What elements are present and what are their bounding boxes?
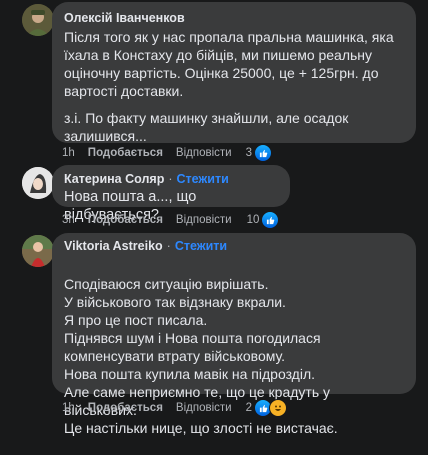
separator-dot: · [168, 172, 173, 186]
reaction-count: 2 [245, 402, 252, 414]
avatar[interactable] [22, 235, 54, 267]
comment-author[interactable]: Олексій Іванченков [64, 11, 185, 25]
reply-button[interactable]: Відповісти [176, 402, 232, 414]
avatar[interactable] [22, 4, 54, 36]
reaction-summary[interactable]: 3 [246, 144, 272, 162]
comment-bubble: Катерина Соляр · Стежити Нова пошта а..., … [52, 165, 290, 223]
comment-actions: 3h Подобається Відповісти 10 [62, 211, 280, 229]
like-icon [261, 211, 280, 229]
comment-author[interactable]: Катерина Соляр [64, 172, 164, 186]
like-button[interactable]: Подобається [88, 147, 163, 159]
follow-link[interactable]: Стежити [175, 239, 227, 253]
reply-button[interactable]: Відповісти [176, 214, 232, 226]
reaction-summary[interactable]: 2 [246, 399, 287, 417]
comment-text: Сподіваюся ситуацію вирішать. У військов… [64, 257, 404, 455]
reaction-summary[interactable]: 10 [247, 211, 280, 229]
comment-actions: 1h Подобається Відповісти 2 [62, 399, 287, 417]
comment-bubble: Олексій Іванченков Після того як у нас п… [52, 2, 416, 145]
haha-icon [269, 399, 287, 417]
comment-text: Після того як у нас пропала пральна маши… [64, 28, 404, 145]
reaction-count: 3 [245, 147, 252, 159]
follow-link[interactable]: Стежити [177, 172, 229, 186]
comment-time[interactable]: 1h [62, 147, 75, 159]
reply-button[interactable]: Відповісти [176, 147, 232, 159]
comment-author[interactable]: Viktoria Astreiko [64, 239, 163, 253]
like-button[interactable]: Подобається [88, 214, 163, 226]
like-icon [254, 144, 272, 162]
comment-paragraph: Після того як у нас пропала пральна маши… [64, 29, 394, 99]
avatar[interactable] [22, 167, 54, 199]
comment-time[interactable]: 1h [62, 402, 75, 414]
comment-bubble: Viktoria Astreiko · Стежити Сподіваюся сит… [52, 233, 416, 436]
separator-dot: · [166, 239, 171, 253]
comment-time[interactable]: 3h [62, 214, 75, 226]
comment-paragraph: з.і. По факту машинку знайшли, але осадо… [64, 110, 349, 144]
reaction-count: 10 [246, 214, 260, 226]
comment-actions: 1h Подобається Відповісти 3 [62, 144, 272, 162]
like-button[interactable]: Подобається [88, 402, 163, 414]
